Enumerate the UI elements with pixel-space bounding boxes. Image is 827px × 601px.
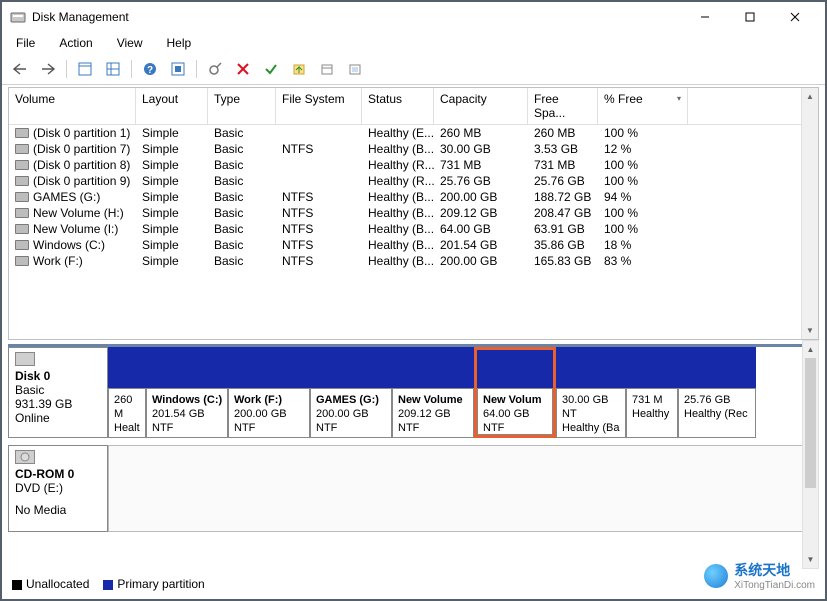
- cdrom-icon: [15, 450, 35, 464]
- cdrom-type: DVD (E:): [15, 481, 101, 495]
- drive-icon: [15, 192, 29, 202]
- watermark: 系统天地 XiTongTianDi.com: [704, 560, 815, 591]
- col-pctfree[interactable]: % Free: [598, 88, 688, 124]
- drive-icon: [15, 224, 29, 234]
- drive-icon: [15, 176, 29, 186]
- table-row[interactable]: (Disk 0 partition 9)SimpleBasicHealthy (…: [9, 173, 818, 189]
- svg-text:?: ?: [147, 65, 153, 76]
- col-type[interactable]: Type: [208, 88, 276, 124]
- wizard2-button[interactable]: [315, 58, 339, 80]
- view-list-button[interactable]: [73, 58, 97, 80]
- table-row[interactable]: Windows (C:)SimpleBasicNTFSHealthy (B...…: [9, 237, 818, 253]
- volume-list[interactable]: Volume Layout Type File System Status Ca…: [8, 87, 819, 340]
- title-bar: Disk Management: [2, 2, 825, 32]
- table-row[interactable]: (Disk 0 partition 7)SimpleBasicNTFSHealt…: [9, 141, 818, 157]
- drive-icon: [15, 208, 29, 218]
- app-icon: [10, 9, 26, 25]
- menu-file[interactable]: File: [12, 34, 39, 52]
- view-detail-button[interactable]: [101, 58, 125, 80]
- drive-icon: [15, 240, 29, 250]
- wizard3-button[interactable]: [343, 58, 367, 80]
- minimize-button[interactable]: [682, 3, 727, 31]
- check-button[interactable]: [259, 58, 283, 80]
- menu-action[interactable]: Action: [55, 34, 96, 52]
- col-status[interactable]: Status: [362, 88, 434, 124]
- cdrom-header[interactable]: CD-ROM 0 DVD (E:) No Media: [8, 445, 108, 532]
- partition-box[interactable]: New Volum64.00 GB NTFHealthy (Bas: [474, 347, 556, 438]
- cdrom-row[interactable]: CD-ROM 0 DVD (E:) No Media: [8, 445, 819, 533]
- column-headers[interactable]: Volume Layout Type File System Status Ca…: [9, 88, 818, 125]
- partition-box[interactable]: 260 MHealt: [108, 347, 146, 438]
- col-free[interactable]: Free Spa...: [528, 88, 598, 124]
- menu-view[interactable]: View: [113, 34, 147, 52]
- table-row[interactable]: New Volume (H:)SimpleBasicNTFSHealthy (B…: [9, 205, 818, 221]
- maximize-button[interactable]: [727, 3, 772, 31]
- partition-box[interactable]: New Volume209.12 GB NTFHealthy (Basic: [392, 347, 474, 438]
- drive-icon: [15, 144, 29, 154]
- watermark-title: 系统天地: [734, 560, 815, 580]
- drive-icon: [15, 128, 29, 138]
- cdrom-status: No Media: [15, 503, 101, 517]
- close-button[interactable]: [772, 3, 817, 31]
- partition-box[interactable]: 731 MHealthy: [626, 347, 678, 438]
- partition-box[interactable]: Windows (C:)201.54 GB NTFHealthy (Boot,: [146, 347, 228, 438]
- refresh-button[interactable]: [203, 58, 227, 80]
- disk-icon: [15, 352, 35, 366]
- col-volume[interactable]: Volume: [9, 88, 136, 124]
- partition-box[interactable]: 25.76 GBHealthy (Rec: [678, 347, 756, 438]
- disk-0-header[interactable]: Disk 0 Basic 931.39 GB Online: [8, 347, 108, 438]
- legend-primary: Primary partition: [117, 577, 204, 591]
- partition-box[interactable]: GAMES (G:)200.00 GB NTFHealthy (Basic: [310, 347, 392, 438]
- disk-0-status: Online: [15, 411, 101, 425]
- cdrom-name: CD-ROM 0: [15, 467, 101, 481]
- back-button[interactable]: [8, 58, 32, 80]
- wizard1-button[interactable]: [287, 58, 311, 80]
- disk-graphical-view: Disk 0 Basic 931.39 GB Online 260 MHealt…: [8, 344, 819, 540]
- window-title: Disk Management: [32, 10, 129, 24]
- col-capacity[interactable]: Capacity: [434, 88, 528, 124]
- col-filesystem[interactable]: File System: [276, 88, 362, 124]
- help-button[interactable]: ?: [138, 58, 162, 80]
- graphical-scrollbar[interactable]: ▲ ▼: [802, 340, 819, 569]
- list-scrollbar[interactable]: ▲ ▼: [801, 88, 818, 339]
- menu-bar: File Action View Help: [2, 32, 825, 56]
- table-row[interactable]: (Disk 0 partition 1)SimpleBasicHealthy (…: [9, 125, 818, 141]
- forward-button[interactable]: [36, 58, 60, 80]
- table-row[interactable]: (Disk 0 partition 8)SimpleBasicHealthy (…: [9, 157, 818, 173]
- partition-box[interactable]: Work (F:)200.00 GB NTFHealthy (Basic: [228, 347, 310, 438]
- table-row[interactable]: Work (F:)SimpleBasicNTFSHealthy (B...200…: [9, 253, 818, 269]
- legend: Unallocated Primary partition: [8, 575, 209, 593]
- drive-icon: [15, 160, 29, 170]
- globe-icon: [704, 564, 728, 588]
- disk-0-name: Disk 0: [15, 369, 101, 383]
- watermark-url: XiTongTianDi.com: [734, 580, 815, 591]
- menu-help[interactable]: Help: [163, 34, 196, 52]
- partition-box[interactable]: 30.00 GB NTHealthy (Ba: [556, 347, 626, 438]
- disk-0-type: Basic: [15, 383, 101, 397]
- disk-0-row[interactable]: Disk 0 Basic 931.39 GB Online 260 MHealt…: [8, 347, 819, 439]
- col-layout[interactable]: Layout: [136, 88, 208, 124]
- table-row[interactable]: New Volume (I:)SimpleBasicNTFSHealthy (B…: [9, 221, 818, 237]
- drive-icon: [15, 256, 29, 266]
- disk-0-size: 931.39 GB: [15, 397, 101, 411]
- table-row[interactable]: GAMES (G:)SimpleBasicNTFSHealthy (B...20…: [9, 189, 818, 205]
- legend-unallocated: Unallocated: [26, 577, 89, 591]
- settings-button[interactable]: [166, 58, 190, 80]
- toolbar: ?: [2, 56, 825, 85]
- delete-button[interactable]: [231, 58, 255, 80]
